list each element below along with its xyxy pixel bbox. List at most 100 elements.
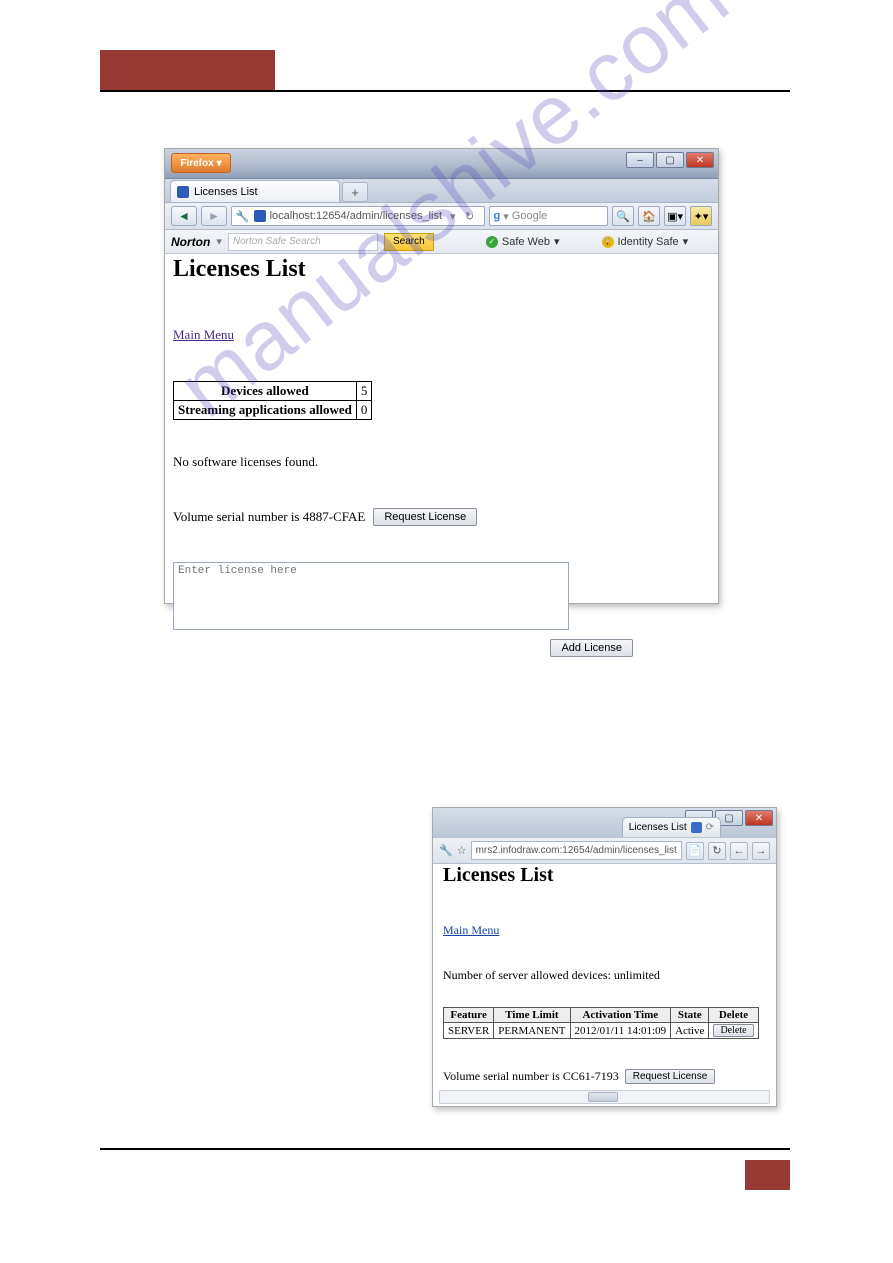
new-tab-button[interactable]: +: [342, 182, 368, 202]
main-menu-link[interactable]: Main Menu: [173, 327, 234, 343]
site-info-button[interactable]: 📄: [686, 842, 704, 860]
col-state: State: [671, 1008, 709, 1023]
header-brand-bar: [100, 50, 275, 90]
forward-button[interactable]: →: [752, 842, 770, 860]
chrome-url-toolbar: 🔧 ☆ mrs2.infodraw.com:12654/admin/licens…: [433, 838, 776, 864]
tab-label: Licenses List: [194, 186, 258, 198]
devices-allowed-label: Devices allowed: [174, 382, 357, 401]
reload-icon[interactable]: ⟳: [706, 822, 714, 833]
norton-search-input[interactable]: Norton Safe Search: [228, 233, 378, 251]
address-bar[interactable]: 🔧 localhost:12654/admin/licenses_list ▾ …: [231, 206, 485, 226]
page-title: Licenses List: [173, 256, 710, 283]
minimize-button[interactable]: –: [626, 152, 654, 168]
table-row: Devices allowed 5: [174, 382, 372, 401]
allowed-devices-text: Number of server allowed devices: unlimi…: [443, 968, 766, 983]
col-time-limit: Time Limit: [494, 1008, 570, 1023]
volume-serial-row: Volume serial number is 4887-CFAE Reques…: [173, 508, 710, 526]
address-bar[interactable]: mrs2.infodraw.com:12654/admin/licenses_l…: [471, 841, 682, 860]
delete-license-button[interactable]: Delete: [713, 1024, 753, 1037]
firefox-label: Firefox: [180, 158, 213, 169]
table-header-row: Feature Time Limit Activation Time State…: [444, 1008, 759, 1023]
identity-safe-dropdown[interactable]: 🔒 Identity Safe ▾: [602, 235, 689, 248]
col-feature: Feature: [444, 1008, 494, 1023]
norton-search-btn-label: Search: [393, 236, 425, 247]
search-go-button[interactable]: 🔍: [612, 206, 634, 226]
page-title: Licenses List: [443, 864, 766, 887]
chevron-down-icon: ▾: [217, 158, 222, 169]
search-dropdown-icon[interactable]: ▾: [503, 210, 509, 223]
request-license-button[interactable]: Request License: [373, 508, 477, 526]
safe-web-label: Safe Web: [502, 236, 550, 248]
col-delete: Delete: [709, 1008, 758, 1023]
plus-icon: +: [351, 185, 359, 200]
url-toolbar: ◄ ► 🔧 localhost:12654/admin/licenses_lis…: [165, 203, 718, 230]
favicon-icon: [177, 186, 189, 198]
main-menu-link[interactable]: Main Menu: [443, 923, 499, 938]
wrench-icon: 🔧: [236, 210, 250, 223]
norton-toolbar: Norton ▾ Norton Safe Search Search ✓ Saf…: [165, 230, 718, 254]
browser-search-field[interactable]: g ▾ Google: [489, 206, 609, 226]
cell-state: Active: [671, 1023, 709, 1039]
favicon-icon: [691, 822, 702, 833]
norton-search-placeholder: Norton Safe Search: [233, 236, 321, 247]
extension-button[interactable]: ✦▾: [690, 206, 712, 226]
chevron-down-icon: ▾: [683, 235, 689, 248]
check-icon: ✓: [486, 236, 498, 248]
cell-feature: SERVER: [444, 1023, 494, 1039]
footer-page-box: [745, 1160, 790, 1190]
maximize-button[interactable]: ▢: [656, 152, 684, 168]
star-icon[interactable]: ☆: [457, 844, 467, 857]
reload-button[interactable]: ↻: [460, 210, 480, 223]
volume-serial-text: Volume serial number is 4887-CFAE: [173, 509, 365, 525]
site-favicon-icon: [254, 210, 266, 222]
search-placeholder: Google: [512, 210, 547, 222]
table-row: SERVER PERMANENT 2012/01/11 14:01:09 Act…: [444, 1023, 759, 1039]
url-text: mrs2.infodraw.com:12654/admin/licenses_l…: [476, 845, 677, 856]
add-license-button[interactable]: Add License: [550, 639, 633, 657]
norton-dropdown-icon[interactable]: ▾: [216, 235, 222, 248]
devices-allowed-value: 5: [356, 382, 372, 401]
dropdown-icon[interactable]: ▾: [450, 210, 456, 223]
close-button[interactable]: ✕: [745, 810, 773, 826]
page-content: Licenses List Main Menu Devices allowed …: [169, 254, 714, 599]
identity-safe-label: Identity Safe: [618, 236, 679, 248]
streaming-allowed-label: Streaming applications allowed: [174, 401, 357, 420]
screenshot-licenses-chrome: – ▢ ✕ Licenses List ⟳ 🔧 ☆ mrs2.infodraw.…: [432, 807, 777, 1107]
no-licenses-text: No software licenses found.: [173, 454, 710, 470]
forward-button[interactable]: ►: [201, 206, 227, 226]
home-button[interactable]: 🏠: [638, 206, 660, 226]
safe-web-dropdown[interactable]: ✓ Safe Web ▾: [486, 235, 560, 248]
col-activation-time: Activation Time: [570, 1008, 671, 1023]
page-content: Licenses List Main Menu Number of server…: [443, 864, 766, 1086]
volume-serial-text: Volume serial number is CC61-7193: [443, 1069, 619, 1084]
norton-search-button[interactable]: Search: [384, 233, 434, 251]
header-rule: [100, 90, 790, 92]
table-row: Streaming applications allowed 0: [174, 401, 372, 420]
browser-tab-licenses[interactable]: Licenses List ⟳: [622, 817, 721, 837]
lock-icon: 🔒: [602, 236, 614, 248]
request-license-button[interactable]: Request License: [625, 1069, 716, 1084]
cell-delete: Delete: [709, 1023, 758, 1039]
scrollbar-thumb[interactable]: [588, 1092, 618, 1102]
firefox-menu-button[interactable]: Firefox ▾: [171, 153, 231, 173]
browser-tab-licenses[interactable]: Licenses List: [170, 180, 340, 202]
close-button[interactable]: ✕: [686, 152, 714, 168]
reload-button[interactable]: ↻: [708, 842, 726, 860]
back-button[interactable]: ◄: [171, 206, 197, 226]
norton-logo: Norton: [171, 235, 210, 249]
chevron-down-icon: ▾: [554, 235, 560, 248]
window-controls: – ▢ ✕: [626, 152, 714, 168]
cell-activation: 2012/01/11 14:01:09: [570, 1023, 671, 1039]
chrome-titlebar: – ▢ ✕ Licenses List ⟳: [433, 808, 776, 838]
tab-label: Licenses List: [629, 822, 687, 833]
google-icon: g: [494, 210, 501, 222]
url-text: localhost:12654/admin/licenses_list: [270, 210, 442, 222]
license-textarea[interactable]: [173, 562, 569, 630]
horizontal-scrollbar[interactable]: [439, 1090, 770, 1104]
back-button[interactable]: ←: [730, 842, 748, 860]
cell-time-limit: PERMANENT: [494, 1023, 570, 1039]
wrench-icon[interactable]: 🔧: [439, 844, 453, 857]
screenshot-licenses-firefox: Firefox ▾ – ▢ ✕ Licenses List + ◄ ► 🔧 lo…: [164, 148, 719, 604]
bookmarks-button[interactable]: ▣▾: [664, 206, 686, 226]
licenses-table: Feature Time Limit Activation Time State…: [443, 1007, 759, 1039]
